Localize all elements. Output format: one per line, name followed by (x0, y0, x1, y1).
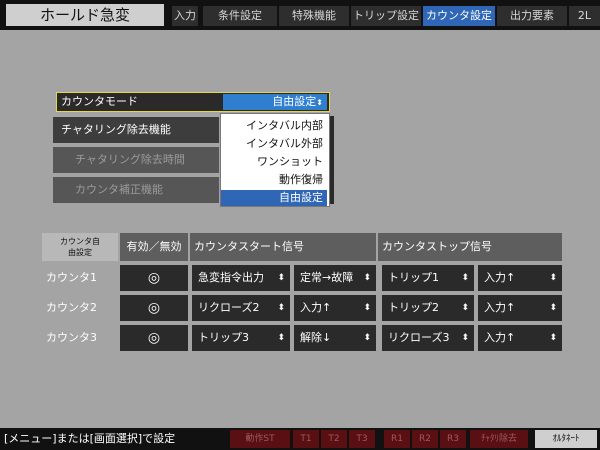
counter3-stop-signal-value: リクローズ3 (388, 331, 450, 344)
counter2-stop-signal-select[interactable]: トリップ2 ⬍ (382, 295, 474, 321)
counter3-start-edge-value: 解除↓ (300, 331, 332, 344)
counter2-start-signal-select[interactable]: リクローズ2 ⬍ (192, 295, 290, 321)
dropdown-option[interactable]: インタバル外部 (221, 136, 327, 152)
counter3-start-signal-select[interactable]: トリップ3 ⬍ (192, 325, 290, 351)
status-message: [メニュー]または[画面選択]で設定 (4, 432, 176, 445)
updown-caret-icon: ⬍ (277, 333, 285, 343)
counter1-stop-signal-select[interactable]: トリップ1 ⬍ (382, 265, 474, 291)
counter2-enable-toggle[interactable]: ◎ (120, 295, 188, 321)
counter-correction-row: カウンタ補正機能 (53, 177, 219, 203)
counter2-start-edge-value: 入力↑ (300, 301, 332, 314)
indicator-r2: R2 (412, 430, 438, 448)
counter3-label: カウンタ3 (46, 331, 97, 344)
counter2-start-edge-select[interactable]: 入力↑ ⬍ (294, 295, 376, 321)
counter3-stop-edge-select[interactable]: 入力↑ ⬍ (478, 325, 562, 351)
counter2-start-signal-value: リクローズ2 (198, 301, 260, 314)
counter3-start-edge-select[interactable]: 解除↓ ⬍ (294, 325, 376, 351)
updown-caret-icon: ⬍ (461, 303, 469, 313)
header-enable-disable: 有効／無効 (120, 233, 188, 261)
counter1-stop-edge-select[interactable]: 入力↑ ⬍ (478, 265, 562, 291)
counter-mode-select[interactable]: 自由設定⬍ (223, 94, 327, 110)
counter-mode-dropdown: インタバル内部 インタバル外部 ワンショット 動作復帰 自由設定 (220, 113, 330, 207)
counter3-stop-signal-select[interactable]: リクローズ3 ⬍ (382, 325, 474, 351)
header-counter-start-signal: カウンタスタート信号 (190, 233, 376, 261)
counter1-stop-edge-value: 入力↑ (484, 271, 516, 284)
counter1-start-signal-select[interactable]: 急変指令出力 ⬍ (192, 265, 290, 291)
tab-counter-settings[interactable]: カウンタ設定 (423, 6, 495, 26)
updown-caret-icon: ⬍ (363, 303, 371, 313)
counter-mode-label: カウンタモード (61, 95, 138, 108)
alternate-button[interactable]: ｵﾙﾀﾈｰﾄ (535, 430, 597, 448)
dropdown-option-selected[interactable]: 自由設定 (221, 190, 327, 206)
counter1-label: カウンタ1 (46, 271, 97, 284)
updown-caret-icon: ⬍ (277, 273, 285, 283)
counter-mode-value: 自由設定 (272, 95, 317, 108)
counter1-start-signal-value: 急変指令出力 (198, 271, 264, 284)
dropdown-option[interactable]: 動作復帰 (221, 172, 327, 188)
counter1-stop-signal-value: トリップ1 (388, 271, 439, 284)
indicator-r3: R3 (440, 430, 466, 448)
updown-caret-icon: ⬍ (277, 303, 285, 313)
updown-caret-icon: ⬍ (363, 273, 371, 283)
app-title: ホールド急変 (6, 4, 164, 26)
indicator-t3: T3 (349, 430, 375, 448)
dropdown-option[interactable]: インタバル内部 (221, 118, 327, 134)
header-counter-stop-signal: カウンタストップ信号 (378, 233, 562, 261)
status-bar: [メニュー]または[画面選択]で設定 動作ST T1 T2 T3 R1 R2 R… (0, 428, 600, 450)
chatter-removal-function-row[interactable]: チャタリング除去機能 (53, 117, 219, 143)
indicator-t1: T1 (293, 430, 319, 448)
dropdown-scrollbar[interactable] (330, 116, 334, 204)
tab-input[interactable]: 入力 (172, 6, 198, 26)
counter2-label: カウンタ2 (46, 301, 97, 314)
counter2-stop-signal-value: トリップ2 (388, 301, 439, 314)
screen: ホールド急変 入力 条件設定 特殊機能 トリップ設定 カウンタ設定 出力要素 2… (0, 0, 600, 450)
counter1-enable-toggle[interactable]: ◎ (120, 265, 188, 291)
indicator-t2: T2 (321, 430, 347, 448)
counter3-start-signal-value: トリップ3 (198, 331, 249, 344)
tab-condition-settings[interactable]: 条件設定 (203, 6, 277, 26)
updown-caret-icon: ⬍ (549, 273, 557, 283)
updown-caret-icon: ⬍ (461, 333, 469, 343)
header-counter-label: カウンタ自由設定 (60, 237, 100, 257)
counter1-start-edge-value: 定常→故障 (300, 271, 354, 284)
tab-trip-settings[interactable]: トリップ設定 (351, 6, 421, 26)
counter3-enable-toggle[interactable]: ◎ (120, 325, 188, 351)
double-circle-icon: ◎ (147, 330, 161, 346)
dropdown-option[interactable]: ワンショット (221, 154, 327, 170)
updown-caret-icon: ⬍ (316, 98, 323, 107)
tab-special-functions[interactable]: 特殊機能 (279, 6, 349, 26)
updown-caret-icon: ⬍ (549, 333, 557, 343)
counter2-stop-edge-select[interactable]: 入力↑ ⬍ (478, 295, 562, 321)
indicator-r1: R1 (384, 430, 410, 448)
top-bar: ホールド急変 入力 条件設定 特殊機能 トリップ設定 カウンタ設定 出力要素 2… (0, 0, 600, 30)
double-circle-icon: ◎ (147, 300, 161, 316)
updown-caret-icon: ⬍ (363, 333, 371, 343)
counter2-stop-edge-value: 入力↑ (484, 301, 516, 314)
counter3-stop-edge-value: 入力↑ (484, 331, 516, 344)
updown-caret-icon: ⬍ (549, 303, 557, 313)
indicator-operation-st: 動作ST (230, 430, 290, 448)
updown-caret-icon: ⬍ (461, 273, 469, 283)
counter-mode-row: カウンタモード 自由設定⬍ (56, 92, 330, 112)
header-counter-free-setting: カウンタ自由設定 (42, 233, 118, 261)
tab-2l[interactable]: 2L (569, 6, 600, 26)
counter1-start-edge-select[interactable]: 定常→故障 ⬍ (294, 265, 376, 291)
double-circle-icon: ◎ (147, 270, 161, 286)
chatter-removal-time-row: チャタリング除去時間 (53, 147, 219, 173)
indicator-chatter-removal: ﾁｬﾀﾘ除去 (470, 430, 528, 448)
tab-output-elements[interactable]: 出力要素 (497, 6, 567, 26)
